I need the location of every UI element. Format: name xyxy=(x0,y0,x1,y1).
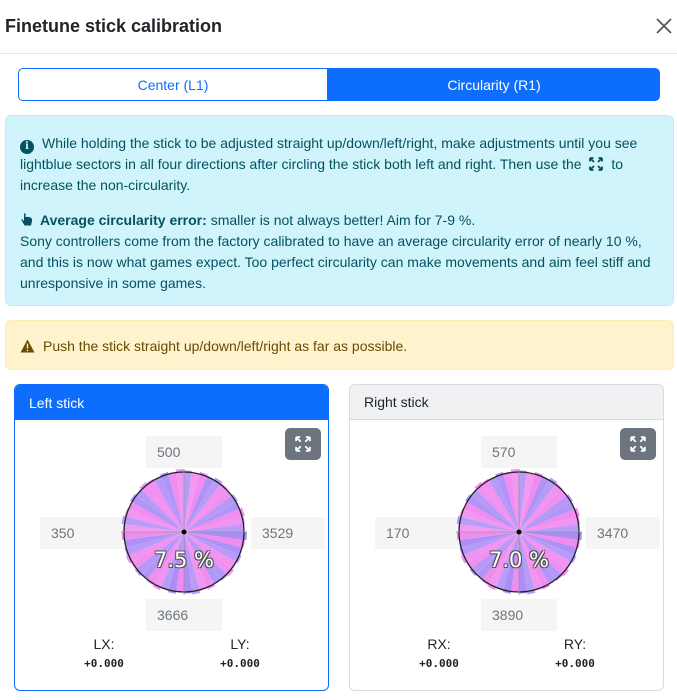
right-stick-expand-button[interactable] xyxy=(620,428,656,460)
tab-circularity[interactable]: Circularity (R1) xyxy=(328,68,660,101)
lx-label: LX: xyxy=(93,636,115,652)
info-line1: While holding the stick to be adjusted s… xyxy=(20,135,638,172)
right-stick-card: Right stick 570 170 3470 3890 7.0 % RX: … xyxy=(349,384,664,691)
modal-header: Finetune stick calibration xyxy=(0,0,677,54)
avg-error-text: smaller is not always better! Aim for 7-… xyxy=(210,212,476,228)
right-stick-left-value: 170 xyxy=(375,517,461,549)
left-stick-left-value: 350 xyxy=(40,517,126,549)
right-stick-top-value: 570 xyxy=(481,436,557,468)
ly-value: +0.000 xyxy=(220,657,260,670)
ry-label: RY: xyxy=(563,636,587,652)
left-stick-bottom-value: 3666 xyxy=(146,599,222,631)
modal-title: Finetune stick calibration xyxy=(5,16,223,36)
right-stick-right-value: 3470 xyxy=(586,517,660,549)
left-stick-card: Left stick 500 350 3529 3666 7.5 % LX: L… xyxy=(14,384,329,691)
expand-icon xyxy=(589,157,604,171)
right-stick-error-percent: 7.0 % xyxy=(488,548,550,572)
info-alert: i While holding the stick to be adjusted … xyxy=(5,115,674,306)
close-button[interactable] xyxy=(652,14,676,38)
info-circularity-note: Average circularity error: smaller is no… xyxy=(20,210,665,294)
stick-position-dot xyxy=(181,529,187,535)
right-stick-header: Right stick xyxy=(350,385,663,420)
left-stick-error-percent: 7.5 % xyxy=(153,548,215,572)
rx-value: +0.000 xyxy=(419,657,459,670)
warning-message: Push the stick straight up/down/left/rig… xyxy=(20,338,407,354)
avg-error-label: Average circularity error: xyxy=(40,212,207,228)
calibration-mode-tabs: Center (L1) Circularity (R1) xyxy=(18,68,660,101)
warning-text: Push the stick straight up/down/left/rig… xyxy=(43,338,408,354)
warning-triangle-icon xyxy=(20,339,35,353)
warning-alert: Push the stick straight up/down/left/rig… xyxy=(5,320,674,370)
left-stick-circularity-gauge xyxy=(121,469,247,595)
info-instructions: i While holding the stick to be adjusted … xyxy=(20,133,665,196)
left-stick-header: Left stick xyxy=(15,385,328,420)
stick-position-dot xyxy=(516,529,522,535)
ry-value: +0.000 xyxy=(555,657,595,670)
expand-icon xyxy=(295,436,311,452)
right-stick-circularity-gauge xyxy=(456,469,582,595)
info-body: Sony controllers come from the factory c… xyxy=(20,233,651,291)
right-stick-bottom-value: 3890 xyxy=(481,599,557,631)
left-stick-expand-button[interactable] xyxy=(285,428,321,460)
tab-center[interactable]: Center (L1) xyxy=(18,68,328,101)
left-stick-right-value: 3529 xyxy=(251,517,325,549)
ly-label: LY: xyxy=(230,636,250,652)
rx-label: RX: xyxy=(427,636,451,652)
hand-pointer-icon xyxy=(21,213,32,226)
left-stick-top-value: 500 xyxy=(146,436,222,468)
close-icon xyxy=(656,18,672,34)
lx-value: +0.000 xyxy=(84,657,124,670)
expand-icon xyxy=(630,436,646,452)
info-circle-icon: i xyxy=(20,140,34,154)
